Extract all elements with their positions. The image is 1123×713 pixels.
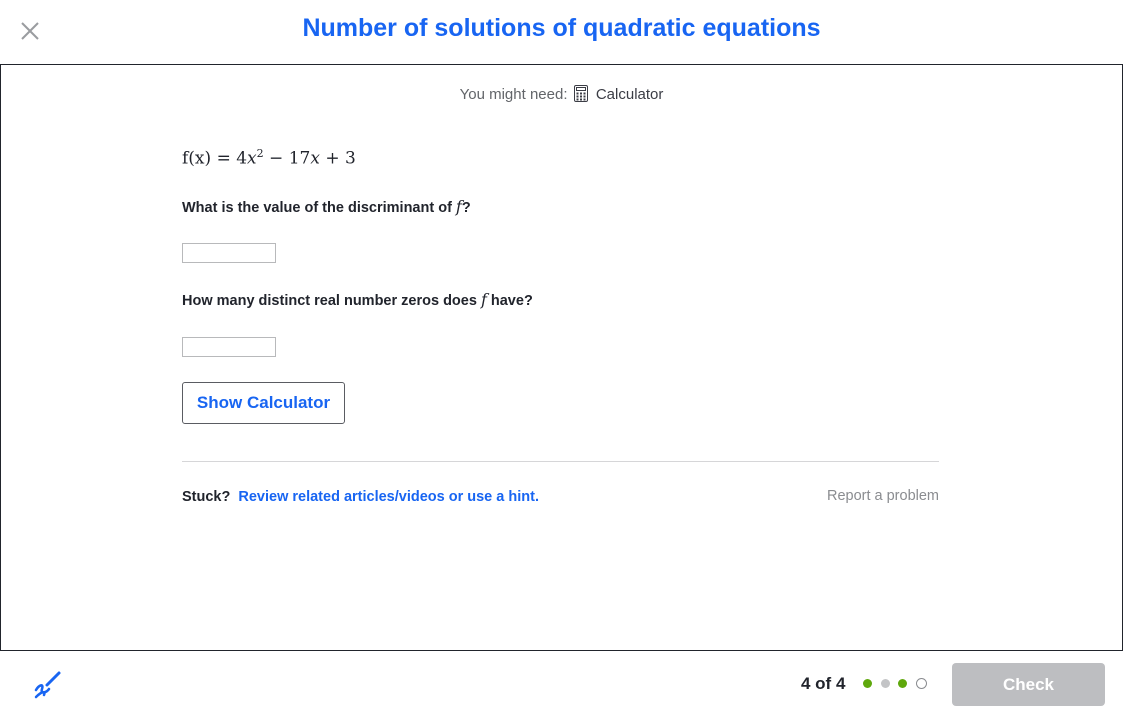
equation-minus: − <box>269 148 284 169</box>
discriminant-answer-input[interactable] <box>182 243 276 263</box>
divider <box>182 461 939 462</box>
question-discriminant: What is the value of the discriminant of… <box>182 197 471 216</box>
tool-suggestion-label: Calculator <box>595 86 664 103</box>
equation-exponent: 2 <box>256 147 264 160</box>
question2-suffix: have? <box>486 293 533 309</box>
equation-var-2: x <box>310 148 320 169</box>
exercise-footer: 4 of 4 Check <box>0 651 1123 713</box>
progress-dot-correct <box>863 679 872 688</box>
calculator-icon <box>573 85 588 106</box>
scratchpad-button[interactable] <box>32 670 62 700</box>
report-problem-link[interactable]: Report a problem <box>827 488 939 504</box>
exercise-title: Number of solutions of quadratic equatio… <box>302 14 821 42</box>
progress-counter: 4 of 4 <box>801 674 846 693</box>
question2-text: How many distinct real number zeros does <box>182 293 481 309</box>
question-zeros: How many distinct real number zeros does… <box>182 290 533 309</box>
equation-equals: = <box>216 148 231 169</box>
check-button: Check <box>952 663 1105 706</box>
equation-constant: 3 <box>345 148 356 169</box>
hint-link[interactable]: Review related articles/videos or use a … <box>238 489 539 505</box>
scratchpad-pencil-icon <box>34 671 61 699</box>
tool-suggestion: You might need: Calculator <box>1 85 1122 106</box>
equation-lhs: f(x) <box>182 148 212 169</box>
show-calculator-button[interactable]: Show Calculator <box>182 382 345 424</box>
exercise-header: Number of solutions of quadratic equatio… <box>0 0 1123 64</box>
stuck-help: Stuck? Review related articles/videos or… <box>182 489 539 505</box>
progress-dot-correct <box>898 679 907 688</box>
question1-text: What is the value of the discriminant of <box>182 200 456 216</box>
stuck-label: Stuck? <box>182 489 231 505</box>
equation-var: x <box>247 148 257 169</box>
equation-plus: + <box>325 148 340 169</box>
progress-dot-neutral <box>880 679 890 688</box>
problem-area: You might need: Calculator f(x) = 4x2 − … <box>0 64 1123 651</box>
zeros-answer-input[interactable] <box>182 337 276 357</box>
question1-suffix: ? <box>461 200 471 216</box>
equation-coef-b: 17 <box>288 148 311 169</box>
equation-coef-a: 4 <box>236 148 248 169</box>
tool-suggestion-prefix: You might need: <box>459 86 568 103</box>
progress-dot-current <box>915 678 927 689</box>
function-equation: f(x) = 4x2 − 17x + 3 <box>182 147 356 169</box>
